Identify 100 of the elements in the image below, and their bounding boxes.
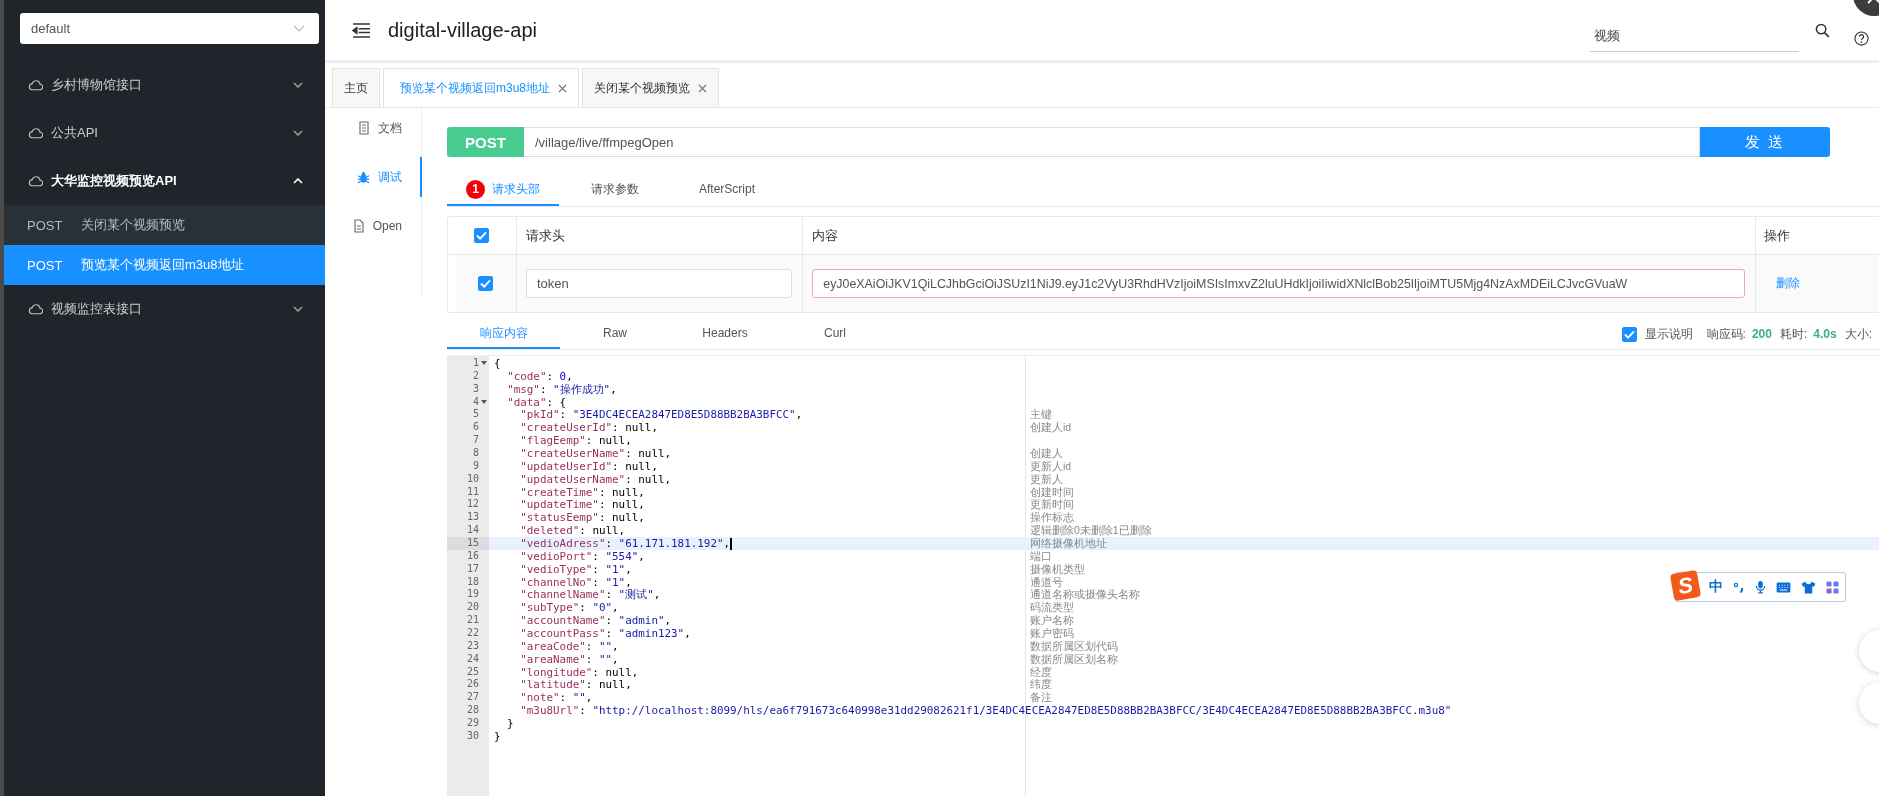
ime-mode[interactable]: 中 xyxy=(1709,578,1723,596)
request-tab[interactable]: 1 请求头部 xyxy=(447,174,559,206)
microphone-icon[interactable] xyxy=(1755,580,1766,594)
help-icon[interactable] xyxy=(1854,30,1869,46)
menu-group[interactable]: 大华监控视频预览API xyxy=(4,157,325,205)
field-comment: 更新人 xyxy=(1030,472,1063,486)
file-icon xyxy=(352,219,365,233)
column-header: 内容 xyxy=(812,226,839,245)
shirt-icon[interactable] xyxy=(1801,580,1816,594)
search-field[interactable]: 视频 xyxy=(1590,20,1799,52)
cloud-icon xyxy=(28,175,43,187)
keyboard-icon[interactable] xyxy=(1776,581,1791,593)
line-number: 9 xyxy=(472,459,479,473)
meta-label: 响应码: xyxy=(1706,325,1746,343)
response-tab[interactable]: Headers xyxy=(670,319,780,349)
project-select[interactable]: default xyxy=(20,13,319,44)
code-line: "latitude": null, xyxy=(519,678,632,692)
meta-label: 耗时: xyxy=(1779,325,1808,343)
side-nav-item[interactable]: 文档 xyxy=(325,108,422,148)
field-comment: 网络摄像机地址 xyxy=(1030,537,1107,550)
code-line: "createTime": null, xyxy=(519,485,645,499)
line-number: 15 xyxy=(466,537,479,550)
page-tab[interactable]: 主页 xyxy=(332,68,380,107)
chevron-down-icon xyxy=(293,82,303,88)
close-icon[interactable] xyxy=(558,83,568,93)
code-line: "msg": "操作成功", xyxy=(506,382,617,396)
side-nav-item[interactable]: Open xyxy=(325,206,422,246)
line-number: 8 xyxy=(472,447,479,460)
code-line: "channelNo": "1", xyxy=(519,575,632,589)
code-line: "subType": "0", xyxy=(519,601,619,615)
fold-icon[interactable] xyxy=(481,400,487,404)
code-line: "vedioPort": "554", xyxy=(519,549,645,563)
menu-icon[interactable] xyxy=(352,22,371,38)
code-line: "code": 0, xyxy=(506,369,573,383)
checkbox[interactable] xyxy=(1621,326,1637,342)
field-comment: 账户名称 xyxy=(1030,614,1074,628)
menu-group[interactable]: 视频监控表接口 xyxy=(4,285,325,333)
code-line: "updateTime": null, xyxy=(519,498,645,512)
code-line: "data": { xyxy=(506,395,567,409)
line-number: 24 xyxy=(466,652,479,666)
code-line: } xyxy=(506,717,514,731)
code-line: } xyxy=(494,729,501,743)
checkbox[interactable] xyxy=(478,276,494,291)
response-tab[interactable]: Curl xyxy=(780,319,890,349)
code-line: "vedioAdress": "61.171.181.192", xyxy=(519,537,732,551)
line-number: 26 xyxy=(466,678,479,692)
search-icon[interactable] xyxy=(1815,22,1830,38)
line-number: 28 xyxy=(466,704,479,718)
field-comment: 数据所属区划代码 xyxy=(1030,639,1118,653)
response-tab[interactable]: Raw xyxy=(560,319,670,349)
request-tab[interactable]: 请求参数 xyxy=(559,174,671,206)
code-line: "flagEemp": null, xyxy=(519,434,632,448)
code-line: { xyxy=(494,357,501,370)
menu-group[interactable]: 乡村博物馆接口 xyxy=(4,61,325,109)
checkbox[interactable] xyxy=(474,228,490,243)
apps-icon[interactable] xyxy=(1826,580,1839,594)
line-number: 23 xyxy=(466,639,479,653)
code-line: "longitude": null, xyxy=(519,665,639,679)
line-number: 25 xyxy=(466,665,479,679)
field-comment: 纬度 xyxy=(1030,678,1052,692)
menu-group[interactable]: 公共API xyxy=(4,109,325,157)
field-comment: 创建人id xyxy=(1030,421,1072,435)
request-tab[interactable]: AfterScript xyxy=(671,174,783,206)
code-line: "note": "", xyxy=(519,691,593,705)
field-comment: 摄像机类型 xyxy=(1030,562,1085,576)
field-comment: 主键 xyxy=(1030,408,1052,422)
header-name-field[interactable]: token xyxy=(525,269,793,298)
code-line: "createUserId": null, xyxy=(519,421,658,435)
line-number: 4 xyxy=(472,395,479,409)
punctuation-icon[interactable] xyxy=(1733,581,1745,593)
line-number: 1 xyxy=(472,357,479,370)
line-number: 7 xyxy=(472,434,479,447)
fold-icon[interactable] xyxy=(481,361,487,366)
line-number: 6 xyxy=(472,421,479,435)
column-header: 操作 xyxy=(1764,226,1791,245)
api-item[interactable]: POST 关闭某个视频预览 xyxy=(4,205,325,245)
cloud-icon xyxy=(28,79,43,91)
field-comment: 操作标志 xyxy=(1030,511,1074,525)
checkbox-label: 显示说明 xyxy=(1644,325,1693,343)
line-number: 18 xyxy=(466,575,479,589)
cloud-icon xyxy=(28,303,43,315)
code-line: "createUserName": null, xyxy=(519,447,672,460)
method-label: POST xyxy=(447,127,524,157)
field-comment: 数据所属区划名称 xyxy=(1030,652,1118,666)
code-line: "pkId": "3E4DC4ECEA2847ED8E5D88BB2BA3BFCC", xyxy=(519,408,803,422)
meta-label: 大小: xyxy=(1844,325,1872,343)
close-icon[interactable] xyxy=(698,83,708,93)
field-comment: 账户密码 xyxy=(1030,627,1074,640)
field-comment: 通道名称或摄像头名称 xyxy=(1030,588,1140,602)
field-comment: 通道号 xyxy=(1030,575,1063,589)
code-line: "channelName": "测试", xyxy=(519,588,661,602)
line-number: 2 xyxy=(472,369,479,383)
url-field[interactable]: /village/live/ffmpegOpen xyxy=(524,127,1700,157)
line-number: 21 xyxy=(466,614,479,628)
page-tab[interactable]: 关闭某个视频预览 xyxy=(582,68,720,107)
line-number: 11 xyxy=(466,485,479,499)
field-comment: 更新时间 xyxy=(1030,498,1074,512)
header-value-field[interactable]: eyJ0eXAiOiJKV1QiLCJhbGciOiJSUzI1NiJ9.eyJ1c2VyU3RhdHVzIjoiMSIsImxvZ2luUHdkIjoiIiwidXNlclBob25lIjoiMTU5Mjg4NzAxMDEiLCJvcGVuaW xyxy=(812,269,1746,298)
field-comment: 备注 xyxy=(1030,691,1052,705)
code-line: "areaName": "", xyxy=(519,652,619,666)
